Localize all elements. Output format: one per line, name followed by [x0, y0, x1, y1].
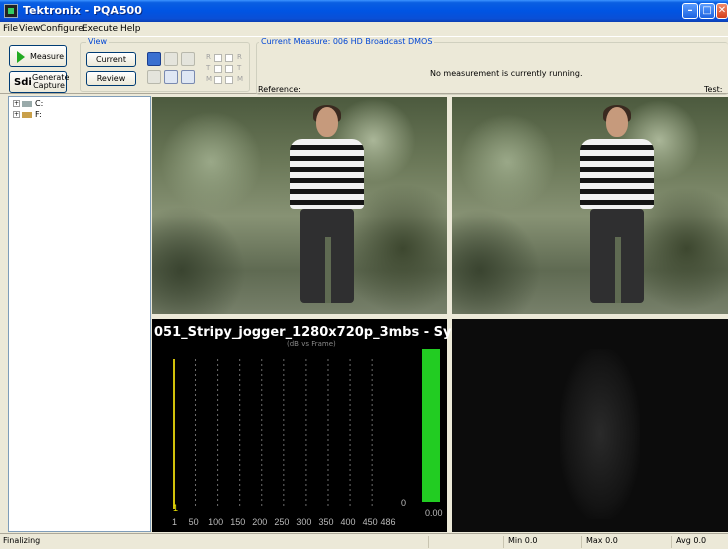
test-video-pane[interactable]	[452, 97, 728, 314]
file-tree[interactable]: + C: + F:	[8, 96, 151, 532]
current-label: Current	[95, 55, 127, 64]
toolbar: Measure Sdi Generate Capture View Curren…	[0, 36, 728, 95]
x-tick-label: 1	[172, 517, 177, 527]
tree-item-c[interactable]: + C:	[13, 99, 43, 108]
reference-label: Reference:	[258, 85, 301, 94]
checkbox-t-right[interactable]	[225, 65, 233, 73]
menu-execute[interactable]: Execute	[82, 24, 118, 34]
x-tick-label: 250	[274, 517, 289, 527]
x-tick-label: 150	[230, 517, 245, 527]
test-label: Test:	[704, 85, 723, 94]
menu-configure[interactable]: Configure	[40, 24, 84, 34]
expand-icon[interactable]: +	[13, 111, 20, 118]
menu-view[interactable]: View	[19, 24, 40, 34]
checkbox-r-left[interactable]	[214, 54, 222, 62]
window-title: Tektronix - PQA500	[23, 4, 142, 17]
x-tick-label: 200	[252, 517, 267, 527]
tree-item-f[interactable]: + F:	[13, 110, 42, 119]
drive-icon	[22, 100, 32, 107]
x-tick-label: 450	[363, 517, 378, 527]
status-avg: Avg 0.0	[671, 536, 728, 548]
x-tick-label: 300	[296, 517, 311, 527]
layout-view-icon[interactable]	[147, 70, 161, 84]
x-tick-label: 350	[318, 517, 333, 527]
status-bar: Finalizing Min 0.0 Max 0.0 Avg 0.0	[0, 533, 728, 549]
check-letter-m-right: M	[237, 75, 244, 83]
review-button[interactable]: Review	[86, 71, 136, 86]
app-icon	[4, 4, 18, 18]
chart-svg: 1 50 100 150 200 250 300 350 400 450 486 1 0 0.00	[172, 349, 443, 527]
checkbox-m-left[interactable]	[214, 76, 222, 84]
bar-value-label: 0.00	[425, 508, 443, 518]
dmos-bar	[422, 349, 440, 502]
status-max: Max 0.0	[581, 536, 671, 548]
maximize-button[interactable]: □	[699, 3, 715, 19]
bar-zero-label: 0	[401, 498, 406, 508]
measure-button[interactable]: Measure	[9, 45, 67, 67]
list-view-icon[interactable]	[164, 70, 178, 84]
menu-file[interactable]: File	[3, 24, 18, 34]
expand-icon[interactable]: +	[13, 100, 20, 107]
jogger-figure	[570, 105, 666, 303]
check-letter-m: M	[206, 75, 213, 83]
difference-silhouette	[560, 349, 640, 519]
stack-view-icon[interactable]	[181, 52, 195, 66]
close-button[interactable]: ✕	[716, 3, 728, 19]
grid-view-icon[interactable]	[164, 52, 178, 66]
x-tick-label: 100	[208, 517, 223, 527]
menu-bar: File View Configure Execute Help	[0, 22, 728, 36]
check-letter-r: R	[206, 53, 211, 61]
status-min: Min 0.0	[503, 536, 581, 548]
current-button[interactable]: Current	[86, 52, 136, 67]
x-tick-label: 400	[341, 517, 356, 527]
checkbox-r-right[interactable]	[225, 54, 233, 62]
x-tick-label: 486	[380, 517, 395, 527]
reference-video-pane[interactable]	[152, 97, 447, 314]
review-label: Review	[96, 74, 126, 83]
tree-item-label: F:	[35, 110, 42, 119]
x-tick-label: 50	[189, 517, 199, 527]
tree-item-label: C:	[35, 99, 44, 108]
single-view-icon[interactable]	[181, 70, 195, 84]
check-letter-t: T	[206, 64, 211, 72]
sdi-icon: Sdi	[14, 77, 32, 88]
menu-help[interactable]: Help	[120, 24, 141, 34]
current-measure-title: Current Measure: 006 HD Broadcast DMOS	[259, 37, 435, 46]
drive-icon	[22, 111, 32, 118]
check-letter-r-right: R	[237, 53, 242, 61]
jogger-figure	[280, 105, 376, 303]
difference-map-pane[interactable]	[452, 319, 728, 532]
generate-capture-button[interactable]: Sdi Generate Capture	[9, 71, 70, 93]
status-text: Finalizing	[3, 536, 41, 545]
checkbox-m-right[interactable]	[225, 76, 233, 84]
checkbox-t-left[interactable]	[214, 65, 222, 73]
title-bar: Tektronix - PQA500 – □ ✕	[0, 0, 728, 22]
check-letter-t-right: T	[237, 64, 242, 72]
measure-label: Measure	[30, 52, 64, 61]
graph-pane[interactable]: 051_Stripy_jogger_1280x720p_3mbs - Sync/…	[152, 319, 473, 532]
view-group-label: View	[86, 37, 109, 46]
generate-label: Generate Capture	[32, 73, 70, 90]
minimize-button[interactable]: –	[682, 3, 698, 19]
measure-status: No measurement is currently running.	[430, 69, 583, 78]
status-cell-empty	[428, 536, 503, 548]
play-icon	[17, 51, 25, 63]
left-value-label: 1	[173, 503, 178, 513]
quad-view-icon[interactable]	[147, 52, 161, 66]
